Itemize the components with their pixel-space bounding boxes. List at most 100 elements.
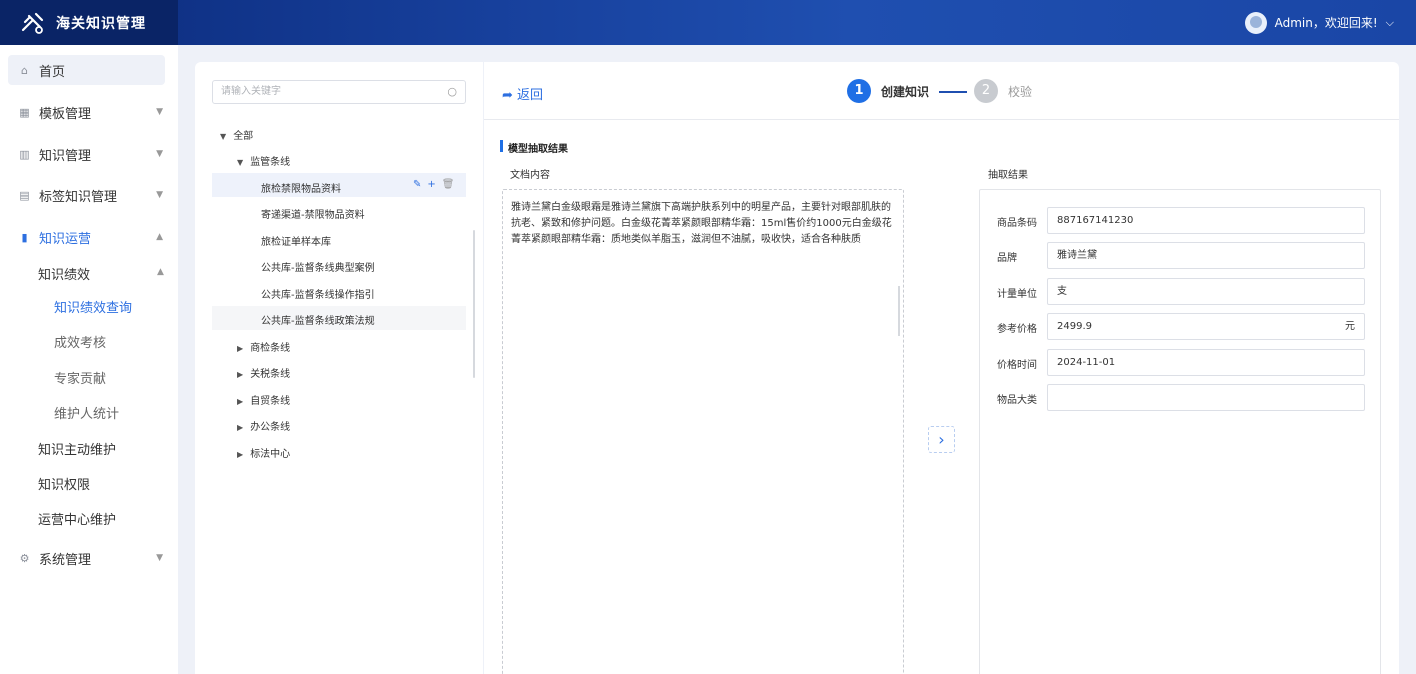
tree-node-label: 监管条线 <box>250 157 291 168</box>
price-date-input[interactable]: 2024-11-01 <box>1047 349 1365 376</box>
tree-node-group1[interactable]: ▼ 监管条线 <box>237 153 290 168</box>
sidebar-item-operations[interactable]: ▮ 知识运营 ▲ <box>8 222 165 252</box>
field-barcode: 商品条码 887167141230 <box>997 207 1365 234</box>
caret-right-icon: ▶ <box>237 450 244 459</box>
unit-input[interactable]: 支 <box>1047 278 1365 305</box>
delete-icon[interactable]: 🗑 <box>442 179 455 190</box>
back-button[interactable]: ➦ 返回 <box>502 84 543 103</box>
tree-node-label: 全部 <box>233 131 254 142</box>
tree-node-leaf[interactable]: 公共库-监督条线操作指引 <box>261 286 375 301</box>
tree-node-leaf[interactable]: 旅检证单样本库 <box>261 233 331 248</box>
sidebar-item-expert[interactable]: 专家贡献 <box>54 368 106 387</box>
transfer-button[interactable]: › <box>928 426 955 453</box>
field-brand: 品牌 雅诗兰黛 <box>997 242 1365 269</box>
step-1: 1 创建知识 <box>847 79 929 103</box>
tree-node-label: 自贸条线 <box>250 396 291 407</box>
category-input[interactable] <box>1047 384 1365 411</box>
book-icon: ▥ <box>19 147 30 161</box>
field-label: 价格时间 <box>997 360 1037 371</box>
tree-scrollbar[interactable] <box>473 230 475 378</box>
sidebar-item-knowledge[interactable]: ▥ 知识管理 ▼ <box>8 139 165 169</box>
sidebar-item-template[interactable]: ▦ 模板管理 ▼ <box>8 97 165 127</box>
sidebar-item-label: 成效考核 <box>54 336 107 351</box>
sidebar-item-label: 知识权限 <box>38 478 91 493</box>
search-icon: ○ <box>447 85 457 98</box>
sidebar-item-label: 专家贡献 <box>54 372 107 387</box>
sidebar-item-home[interactable]: ⌂ 首页 <box>8 55 165 85</box>
edit-icon[interactable]: ✎ <box>413 179 421 190</box>
sidebar-item-system[interactable]: ⚙ 系统管理 ▼ <box>8 543 165 573</box>
sidebar-item-perm[interactable]: 知识权限 <box>38 474 90 493</box>
sidebar-item-label: 知识绩效 <box>38 268 91 283</box>
tree-node-group[interactable]: ▶ 关税条线 <box>237 365 290 380</box>
field-value: 2024-11-01 <box>1057 357 1116 368</box>
field-value: 支 <box>1057 286 1067 297</box>
step-number: 1 <box>847 79 871 103</box>
chevron-down-icon: ⌵ <box>1385 15 1394 29</box>
user-menu[interactable]: Admin，欢迎回来! ⌵ <box>1244 0 1394 45</box>
doc-scrollbar[interactable] <box>898 286 900 336</box>
sidebar-item-label: 知识主动维护 <box>38 443 117 458</box>
barcode-input[interactable]: 887167141230 <box>1047 207 1365 234</box>
field-label: 计量单位 <box>997 289 1037 300</box>
step-number: 2 <box>974 79 998 103</box>
sidebar: ⌂ 首页 ▦ 模板管理 ▼ ▥ 知识管理 ▼ ▤ 标签知识管理 ▼ ▮ 知识运营… <box>0 45 178 674</box>
sidebar-item-label: 系统管理 <box>39 552 92 568</box>
topbar: ➦ 返回 1 创建知识 2 校验 <box>484 62 1399 120</box>
grid-icon: ▦ <box>19 105 30 119</box>
field-unit: 计量单位 支 <box>997 278 1365 305</box>
caret-right-icon: ▶ <box>237 370 244 379</box>
price-input[interactable]: 2499.9 元 <box>1047 313 1365 340</box>
tree-node-leaf[interactable]: 旅检禁限物品资料 <box>261 180 341 195</box>
step-connector <box>939 91 967 93</box>
tree-node-label: 公共库-监督条线操作指引 <box>261 290 375 301</box>
sidebar-item-label: 运营中心维护 <box>38 513 117 528</box>
chevron-right-icon: › <box>938 430 945 449</box>
tree-node-root[interactable]: ▼ 全部 <box>220 127 253 142</box>
sidebar-item-perf-assess[interactable]: 成效考核 <box>54 332 106 351</box>
sidebar-item-perf[interactable]: 知识绩效 <box>38 264 90 283</box>
home-icon: ⌂ <box>21 63 28 77</box>
caret-right-icon: ▶ <box>237 344 244 353</box>
brand: 海关知识管理 <box>0 0 178 45</box>
tree-node-label: 标法中心 <box>250 449 291 460</box>
back-arrow-icon: ➦ <box>502 88 513 103</box>
sidebar-item-label: 知识运营 <box>39 231 92 247</box>
back-label: 返回 <box>517 88 544 103</box>
brand-input[interactable]: 雅诗兰黛 <box>1047 242 1365 269</box>
tree-node-label: 公共库-监督条线典型案例 <box>261 263 375 274</box>
tree-node-group[interactable]: ▶ 标法中心 <box>237 445 290 460</box>
chevron-up-icon: ▲ <box>156 232 163 242</box>
sidebar-item-ops-center[interactable]: 运营中心维护 <box>38 509 116 528</box>
tree-node-label: 公共库-监督条线政策法规 <box>261 316 375 327</box>
field-value: 雅诗兰黛 <box>1057 250 1097 261</box>
doc-content[interactable]: 雅诗兰黛白金级眼霜是雅诗兰黛旗下高端护肤系列中的明星产品，主要针对眼部肌肤的抗老… <box>502 189 904 674</box>
tree-node-group[interactable]: ▶ 办公条线 <box>237 418 290 433</box>
sidebar-item-perf-query[interactable]: 知识绩效查询 <box>54 297 132 316</box>
tree-node-leaf[interactable]: 公共库-监督条线典型案例 <box>261 259 375 274</box>
sidebar-item-tag-knowledge[interactable]: ▤ 标签知识管理 ▼ <box>8 180 165 210</box>
sidebar-item-label: 维护人统计 <box>54 407 120 422</box>
sidebar-item-active-maint[interactable]: 知识主动维护 <box>38 439 116 458</box>
add-icon[interactable]: + <box>427 179 435 190</box>
tree-node-label: 旅检禁限物品资料 <box>261 184 341 195</box>
price-unit: 元 <box>1345 321 1355 332</box>
tree-node-leaf[interactable]: 寄递渠道-禁限物品资料 <box>261 206 365 221</box>
search-placeholder: 请输入关键字 <box>221 86 281 97</box>
user-greeting: Admin，欢迎回来! <box>1274 16 1378 30</box>
top-header: 海关知识管理 Admin，欢迎回来! ⌵ <box>0 0 1416 45</box>
field-label: 品牌 <box>997 253 1017 264</box>
logo-icon <box>21 12 44 34</box>
result-label: 抽取结果 <box>988 170 1028 181</box>
caret-down-icon: ▼ <box>220 132 227 141</box>
tree-node-leaf[interactable]: 公共库-监督条线政策法规 <box>261 312 375 327</box>
sidebar-item-maintainer[interactable]: 维护人统计 <box>54 403 119 422</box>
tree-node-label: 商检条线 <box>250 343 291 354</box>
sidebar-item-label: 模板管理 <box>39 106 92 122</box>
field-price-date: 价格时间 2024-11-01 <box>997 349 1365 376</box>
step-label: 校验 <box>1008 84 1033 99</box>
tree-node-group[interactable]: ▶ 商检条线 <box>237 339 290 354</box>
tree-node-group[interactable]: ▶ 自贸条线 <box>237 392 290 407</box>
chart-icon: ▮ <box>21 230 28 244</box>
search-input[interactable]: 请输入关键字 ○ <box>212 80 466 104</box>
